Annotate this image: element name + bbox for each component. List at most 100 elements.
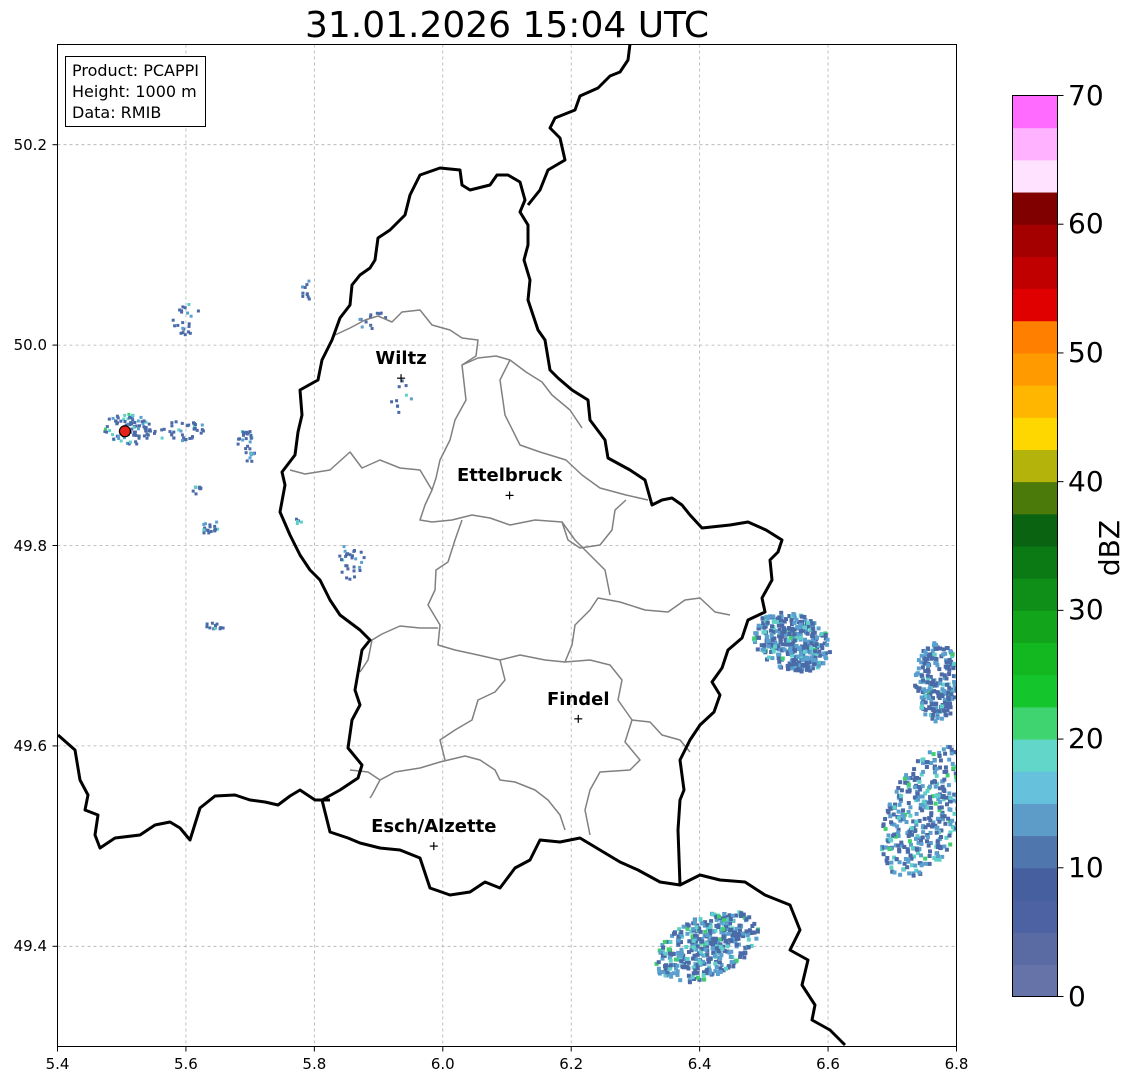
echo-pixel xyxy=(939,716,944,721)
echo-pixel xyxy=(965,777,969,781)
echo-pixel xyxy=(187,325,191,328)
echo-pixel xyxy=(923,712,928,717)
echo-pixel xyxy=(934,701,939,706)
echo-pixel xyxy=(208,626,212,630)
echo-pixel xyxy=(937,696,942,700)
echo-pixel xyxy=(815,635,819,640)
x-tick-label: 6.6 xyxy=(816,1055,840,1073)
echo-pixel xyxy=(947,833,952,838)
echo-pixel xyxy=(888,837,893,842)
echo-pixel xyxy=(812,658,817,662)
echo-pixel xyxy=(129,440,132,444)
echo-pixel xyxy=(911,873,916,878)
echo-pixel xyxy=(656,960,661,965)
belgium-france-border xyxy=(57,733,330,850)
echo-pixel xyxy=(193,485,197,489)
echo-pixel xyxy=(897,802,902,807)
echo-pixel xyxy=(172,430,176,434)
echo-pixel xyxy=(942,789,947,793)
echo-pixel xyxy=(242,433,245,437)
echo-pixel xyxy=(932,779,937,784)
echo-pixel xyxy=(770,624,774,629)
echo-pixel xyxy=(957,790,961,794)
echo-pixel xyxy=(142,434,146,438)
echo-pixel xyxy=(218,627,222,631)
echo-pixel xyxy=(668,940,673,944)
echo-pixel xyxy=(108,429,112,433)
echo-pixel xyxy=(753,631,758,636)
echo-pixel xyxy=(934,773,939,778)
echo-pixel xyxy=(202,528,206,532)
colorbar-segment xyxy=(1012,513,1058,547)
echo-pixel xyxy=(896,786,901,790)
echo-pixel xyxy=(795,654,800,659)
echo-pixel xyxy=(943,765,948,770)
echo-pixel xyxy=(969,778,973,782)
echo-pixel xyxy=(925,805,930,810)
echo-pixel xyxy=(734,958,739,963)
echo-pixel xyxy=(892,805,897,810)
echo-pixel xyxy=(702,977,707,982)
echo-pixel xyxy=(200,423,204,427)
echo-pixel xyxy=(345,576,349,580)
colorbar-segment xyxy=(1012,224,1058,257)
echo-pixel xyxy=(938,677,943,682)
colorbar-segment xyxy=(1012,964,1058,997)
y-tick-label: 49.4 xyxy=(13,937,47,956)
canton-border xyxy=(359,625,438,673)
echo-pixel xyxy=(695,975,700,980)
echo-pixel xyxy=(916,658,921,663)
echo-pixel xyxy=(966,761,970,765)
echo-pixel xyxy=(896,809,901,814)
echo-pixel xyxy=(921,769,926,774)
echo-pixel xyxy=(883,826,888,831)
echo-pixel xyxy=(179,331,183,335)
echo-pixel xyxy=(825,637,830,642)
echo-pixel xyxy=(137,434,141,438)
colorbar-segment xyxy=(1012,706,1058,740)
echo-pixel xyxy=(107,417,111,421)
grid-lines xyxy=(52,44,957,1052)
echo-pixel xyxy=(364,320,368,324)
echo-pixel xyxy=(171,318,175,322)
echo-pixel xyxy=(810,621,815,626)
colorbar xyxy=(1012,95,1058,997)
echo-pixel xyxy=(362,556,366,560)
echo-pixel xyxy=(941,652,946,657)
echo-pixel xyxy=(767,615,772,620)
echo-pixel xyxy=(208,525,212,529)
echo-pixel xyxy=(937,786,942,791)
echo-pixel xyxy=(914,811,919,816)
echo-pixel xyxy=(241,430,245,434)
echo-pixel xyxy=(119,419,123,423)
echo-pixel xyxy=(899,788,904,793)
echo-pixel xyxy=(303,286,307,289)
echo-pixel xyxy=(906,857,911,862)
echo-pixel xyxy=(396,404,399,408)
echo-pixel xyxy=(916,686,921,691)
echo-pixel xyxy=(724,966,728,971)
echo-pixel xyxy=(133,421,137,424)
echo-pixel xyxy=(942,844,947,849)
echo-pixel xyxy=(679,947,684,952)
echo-pixel xyxy=(952,811,957,816)
echo-pixel xyxy=(933,682,937,687)
echo-pixel xyxy=(189,314,193,318)
colorbar-segment xyxy=(1012,481,1058,515)
echo-pixel xyxy=(957,796,961,800)
echo-pixel xyxy=(793,661,798,666)
colorbar-tick-label: 50 xyxy=(1068,335,1104,369)
echo-pixel xyxy=(360,325,364,329)
echo-pixel xyxy=(889,860,894,865)
echo-pixel xyxy=(215,622,219,626)
echo-pixel xyxy=(116,421,119,425)
echo-pixel xyxy=(937,857,942,862)
echo-pixel xyxy=(717,914,721,919)
echo-pixel xyxy=(185,424,189,428)
echo-pixel xyxy=(123,413,127,417)
colorbar-tick-label: 20 xyxy=(1068,722,1104,756)
echo-pixel xyxy=(221,626,225,630)
echo-pixel xyxy=(906,810,911,814)
echo-pixel xyxy=(948,796,953,800)
echo-pixel xyxy=(809,646,814,651)
